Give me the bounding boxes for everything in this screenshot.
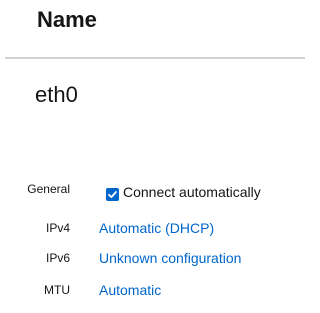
ipv6-link[interactable]: Unknown configuration bbox=[99, 249, 241, 267]
ipv6-label: IPv6 bbox=[45, 251, 70, 265]
header-divider bbox=[5, 57, 305, 59]
mtu-label: MTU bbox=[44, 283, 70, 297]
mtu-link[interactable]: Automatic bbox=[99, 281, 161, 299]
column-header-name: Name bbox=[37, 7, 97, 32]
check-icon bbox=[108, 190, 117, 198]
general-label: General bbox=[27, 182, 70, 196]
ipv4-link[interactable]: Automatic (DHCP) bbox=[99, 219, 214, 237]
checkbox-checked[interactable] bbox=[106, 187, 119, 201]
ipv4-label: IPv4 bbox=[45, 221, 70, 235]
connection-name: eth0 bbox=[35, 82, 78, 107]
connect-automatically-checkbox[interactable]: Connect automatically bbox=[106, 183, 261, 201]
connect-automatically-label: Connect automatically bbox=[123, 184, 261, 200]
